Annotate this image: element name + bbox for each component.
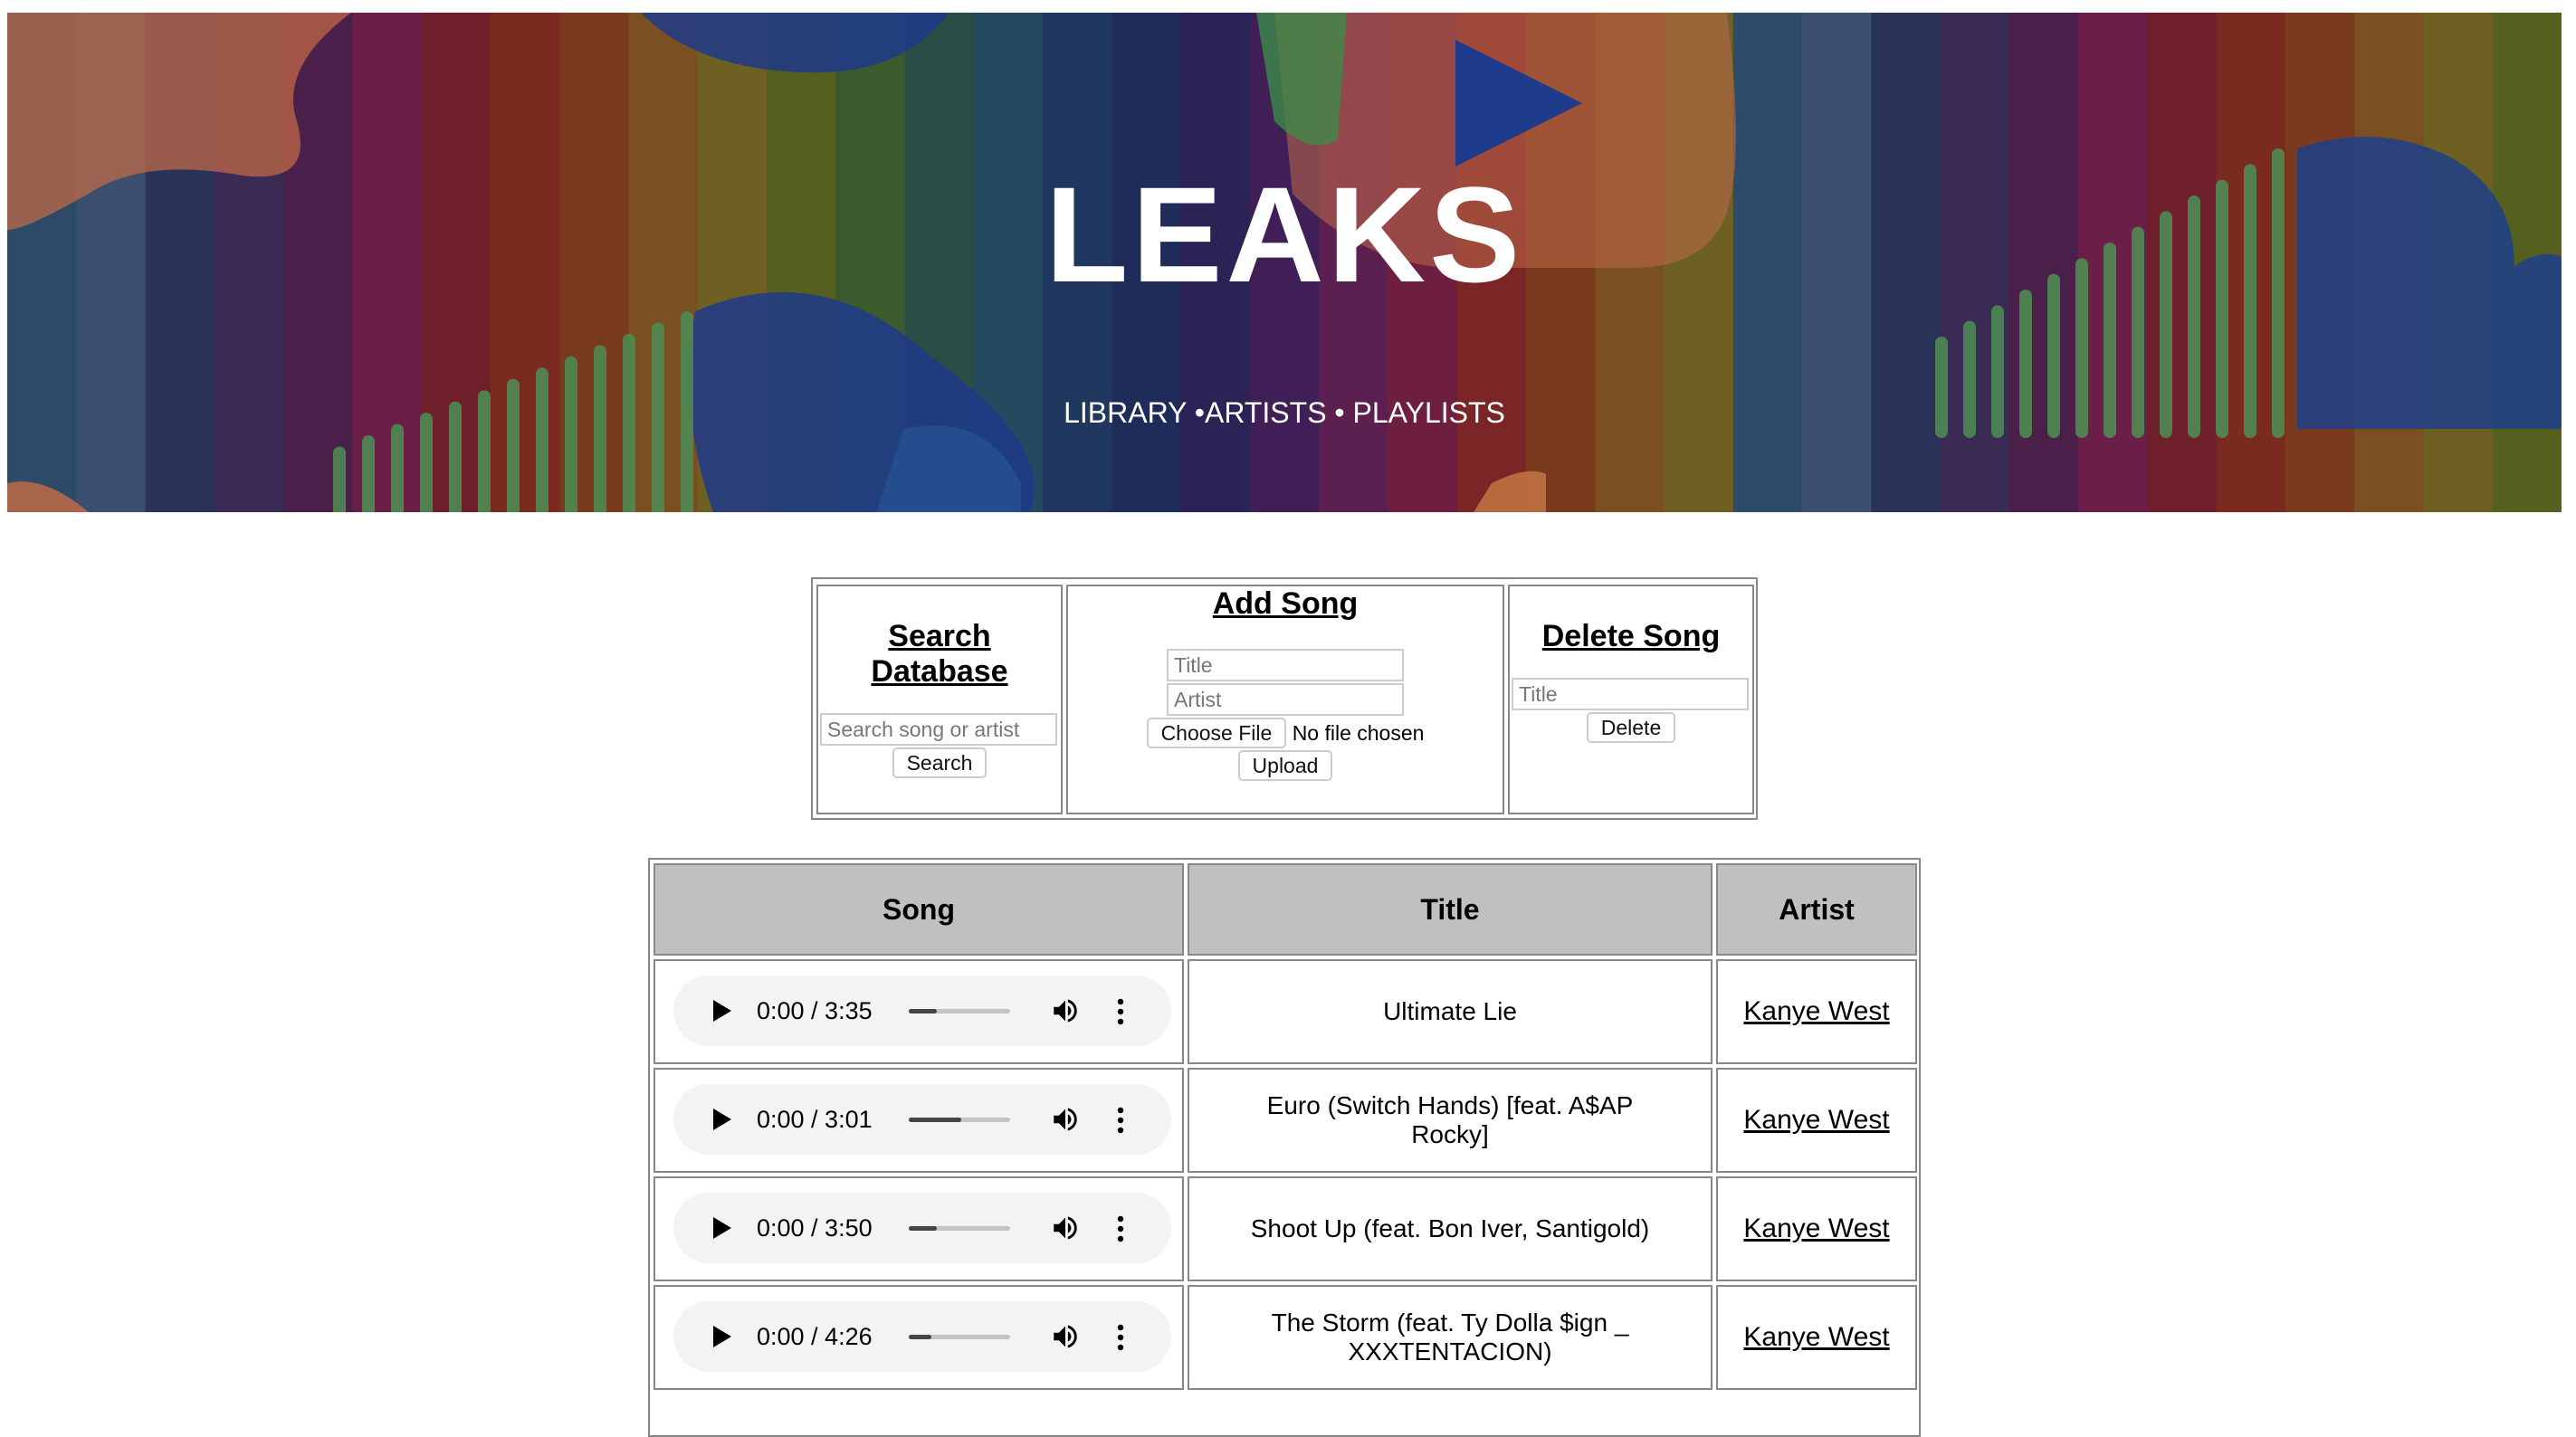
main-nav: LIBRARY •ARTISTS • PLAYLISTS xyxy=(7,398,2562,427)
more-options-icon[interactable] xyxy=(1115,1323,1126,1352)
more-options-icon[interactable] xyxy=(1115,1106,1126,1135)
volume-fill xyxy=(909,1335,931,1339)
audio-player: 0:00 / 3:35 xyxy=(673,975,1171,1046)
volume-slider[interactable] xyxy=(909,1009,1010,1014)
file-picker: Choose File No file chosen xyxy=(1068,718,1503,748)
add-song-cell: Add Song Choose File No file chosen Uplo… xyxy=(1066,585,1504,814)
delete-song-heading: Delete Song xyxy=(1541,619,1721,653)
more-options-icon[interactable] xyxy=(1115,997,1126,1026)
title-cell: Ultimate Lie xyxy=(1188,959,1713,1064)
volume-slider[interactable] xyxy=(909,1335,1010,1339)
volume-slider[interactable] xyxy=(909,1226,1010,1231)
title-cell: Euro (Switch Hands) [feat. A$AP Rocky] xyxy=(1188,1068,1713,1173)
audio-player: 0:00 / 3:01 xyxy=(673,1084,1171,1155)
artist-link[interactable]: Kanye West xyxy=(1743,1106,1889,1135)
play-icon[interactable] xyxy=(713,1000,731,1022)
volume-icon[interactable] xyxy=(1050,1104,1081,1135)
column-header-artist: Artist xyxy=(1716,863,1917,956)
play-icon[interactable] xyxy=(713,1109,731,1130)
search-database-cell: Search Database Search xyxy=(816,585,1063,814)
playback-time: 0:00 / 3:35 xyxy=(757,997,873,1024)
column-header-title: Title xyxy=(1188,863,1713,956)
artist-cell: Kanye West xyxy=(1716,1068,1917,1173)
title-cell: The Storm (feat. Ty Dolla $ign _ XXXTENT… xyxy=(1188,1285,1713,1390)
artist-cell: Kanye West xyxy=(1716,959,1917,1064)
more-options-icon[interactable] xyxy=(1115,1214,1126,1243)
volume-fill xyxy=(909,1009,938,1014)
nav-artists[interactable]: ARTISTS xyxy=(1205,396,1327,429)
header-banner: LEAKS LIBRARY •ARTISTS • PLAYLISTS xyxy=(7,13,2562,512)
song-cell: 0:00 / 4:26 xyxy=(654,1285,1184,1390)
nav-separator: • xyxy=(1186,396,1205,429)
search-button[interactable]: Search xyxy=(892,747,987,778)
playback-time: 0:00 / 3:50 xyxy=(757,1214,873,1242)
search-database-heading: Search Database xyxy=(871,619,1008,689)
nav-separator: • xyxy=(1326,396,1353,429)
file-status: No file chosen xyxy=(1292,721,1425,745)
artist-link[interactable]: Kanye West xyxy=(1743,1214,1889,1243)
artist-link[interactable]: Kanye West xyxy=(1743,997,1889,1026)
play-icon[interactable] xyxy=(713,1326,731,1347)
audio-player: 0:00 / 3:50 xyxy=(673,1193,1171,1263)
audio-player: 0:00 / 4:26 xyxy=(673,1301,1171,1372)
choose-file-button[interactable]: Choose File xyxy=(1146,718,1287,748)
songs-table: Song Title Artist 0:00 / 3:35 Ultimate L… xyxy=(648,858,1921,1437)
volume-slider[interactable] xyxy=(909,1118,1010,1122)
artist-link[interactable]: Kanye West xyxy=(1743,1323,1889,1352)
nav-playlists[interactable]: PLAYLISTS xyxy=(1353,396,1505,429)
volume-fill xyxy=(909,1118,962,1122)
column-header-song: Song xyxy=(654,863,1184,956)
delete-song-cell: Delete Song Delete xyxy=(1508,585,1754,814)
song-cell: 0:00 / 3:35 xyxy=(654,959,1184,1064)
nav-library[interactable]: LIBRARY xyxy=(1064,396,1187,429)
site-logo: LEAKS xyxy=(1045,158,1524,310)
song-cell: 0:00 / 3:50 xyxy=(654,1176,1184,1281)
song-cell: 0:00 / 3:01 xyxy=(654,1068,1184,1173)
delete-button[interactable]: Delete xyxy=(1586,712,1676,743)
upload-button[interactable]: Upload xyxy=(1237,750,1333,781)
volume-icon[interactable] xyxy=(1050,1321,1081,1352)
search-input[interactable] xyxy=(820,713,1057,746)
artist-cell: Kanye West xyxy=(1716,1176,1917,1281)
playback-time: 0:00 / 4:26 xyxy=(757,1323,873,1350)
artist-cell: Kanye West xyxy=(1716,1285,1917,1390)
volume-fill xyxy=(909,1226,938,1231)
play-icon[interactable] xyxy=(713,1217,731,1239)
volume-icon[interactable] xyxy=(1050,995,1081,1026)
volume-icon[interactable] xyxy=(1050,1213,1081,1243)
song-management-forms: Search Database Search Add Song Choose F… xyxy=(811,577,1758,820)
delete-title-input[interactable] xyxy=(1512,678,1749,710)
title-cell: Shoot Up (feat. Bon Iver, Santigold) xyxy=(1188,1176,1713,1281)
playback-time: 0:00 / 3:01 xyxy=(757,1106,873,1133)
add-title-input[interactable] xyxy=(1167,649,1404,681)
add-song-heading: Add Song xyxy=(1212,586,1359,621)
add-artist-input[interactable] xyxy=(1167,683,1404,716)
